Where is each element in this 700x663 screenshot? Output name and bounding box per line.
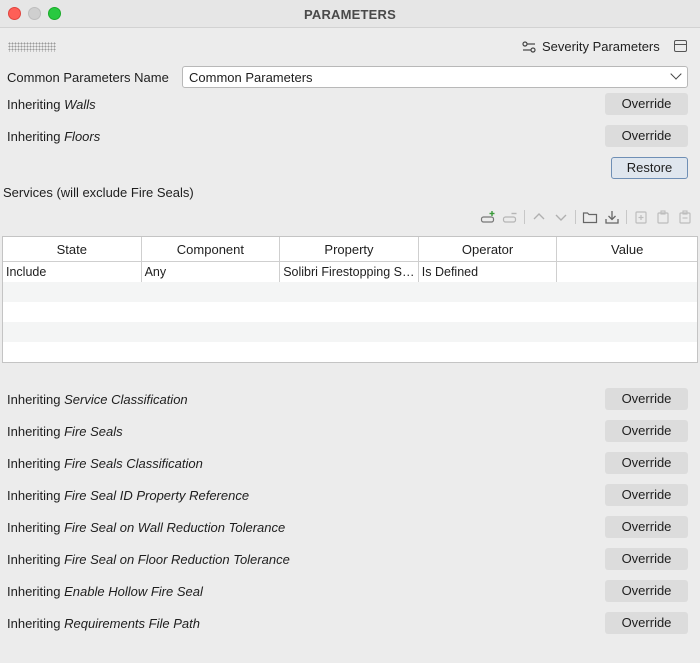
inheriting-floor-tolerance-label: Inheriting Fire Seal on Floor Reduction … [7,552,290,567]
override-floors-button[interactable]: Override [605,125,688,147]
empty-table-row [3,302,697,322]
empty-table-row [3,322,697,342]
paste-icon[interactable] [677,209,693,225]
cell-component[interactable]: Any [142,262,281,282]
override-floor-tolerance-button[interactable]: Override [605,548,688,570]
inheriting-wall-tolerance-label: Inheriting Fire Seal on Wall Reduction T… [7,520,286,535]
common-parameters-name-label: Common Parameters Name [7,70,169,85]
empty-table-row [3,342,697,362]
severity-parameters-link[interactable]: Severity Parameters [522,39,660,54]
override-fire-seals-classification-button[interactable]: Override [605,452,688,474]
cell-value[interactable] [557,262,697,282]
toolbar-divider [575,210,576,224]
services-table: State Component Property Operator Value … [2,236,698,363]
column-header-component[interactable]: Component [142,237,281,261]
inheriting-walls-label: Inheriting Walls [7,97,96,112]
restore-button[interactable]: Restore [611,157,688,179]
cell-operator[interactable]: Is Defined [419,262,558,282]
window-title: PARAMETERS [303,7,397,22]
services-section-label: Services (will exclude Fire Seals) [3,185,194,200]
toolbar-divider [626,210,627,224]
table-row[interactable]: Include Any Solibri Firestopping Solutio… [3,262,697,282]
title-bar: PARAMETERS [0,0,700,28]
column-header-property[interactable]: Property [280,237,419,261]
column-header-state[interactable]: State [3,237,142,261]
severity-parameters-label: Severity Parameters [542,39,660,54]
inheriting-service-classification-label: Inheriting Service Classification [7,392,188,407]
toolbar-divider [524,210,525,224]
inheriting-fire-seals-classification-label: Inheriting Fire Seals Classification [7,456,203,471]
override-requirements-path-button[interactable]: Override [605,612,688,634]
cell-property[interactable]: Solibri Firestopping Solution [280,262,419,282]
add-row-icon[interactable] [480,209,496,225]
move-up-icon[interactable] [531,209,547,225]
inheriting-floors-label: Inheriting Floors [7,129,101,144]
panel-toggle-icon[interactable] [674,40,687,52]
common-parameters-value: Common Parameters [189,70,313,85]
override-service-classification-button[interactable]: Override [605,388,688,410]
move-down-icon[interactable] [553,209,569,225]
chevron-down-icon [670,68,682,80]
override-wall-tolerance-button[interactable]: Override [605,516,688,538]
cut-icon[interactable] [655,209,671,225]
override-fire-seal-id-button[interactable]: Override [605,484,688,506]
override-walls-button[interactable]: Override [605,93,688,115]
parameters-window: PARAMETERS Severity Parameters Common Pa… [0,0,700,663]
sliders-icon [522,40,536,53]
inheriting-hollow-fire-seal-label: Inheriting Enable Hollow Fire Seal [7,584,203,599]
cell-state[interactable]: Include [3,262,142,282]
common-parameters-select[interactable]: Common Parameters [182,66,688,88]
column-header-value[interactable]: Value [557,237,697,261]
drag-handle-icon[interactable] [8,42,56,52]
override-hollow-fire-seal-button[interactable]: Override [605,580,688,602]
inheriting-fire-seal-id-label: Inheriting Fire Seal ID Property Referen… [7,488,250,503]
inheriting-requirements-path-label: Inheriting Requirements File Path [7,616,200,631]
import-icon[interactable] [604,209,620,225]
remove-row-icon[interactable] [502,209,518,225]
copy-icon[interactable] [633,209,649,225]
open-folder-icon[interactable] [582,209,598,225]
table-header: State Component Property Operator Value [3,237,697,262]
empty-table-row [3,282,697,302]
inheriting-fire-seals-label: Inheriting Fire Seals [7,424,123,439]
column-header-operator[interactable]: Operator [419,237,558,261]
override-fire-seals-button[interactable]: Override [605,420,688,442]
